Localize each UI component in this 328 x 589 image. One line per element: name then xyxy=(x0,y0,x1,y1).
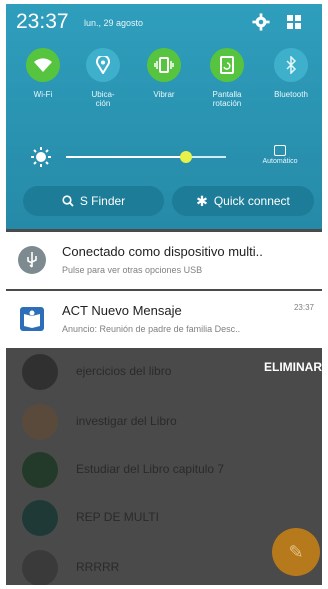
clock: 23:37 xyxy=(16,10,69,33)
list-item-label: investigar del Libro xyxy=(76,414,177,428)
brightness-slider[interactable] xyxy=(66,151,226,163)
sun-icon xyxy=(31,147,51,167)
phone-screen: ejercicios del libro ELIMINAR investigar… xyxy=(6,4,322,585)
brightness-fill xyxy=(66,156,186,158)
avatar xyxy=(22,500,58,536)
toggle-label: Wi-Fi xyxy=(33,90,53,99)
book-icon xyxy=(16,303,48,335)
location-icon xyxy=(86,48,120,82)
toggle-label: Pantalla rotación xyxy=(212,90,242,108)
notification-shade: 23:37 lun., 29 agosto Wi-Fi Ubica- ción … xyxy=(6,4,322,229)
quick-settings-toggles: Wi-Fi Ubica- ción Vibrar Pantalla rotaci… xyxy=(6,48,322,138)
toggle-vibrate[interactable]: Vibrar xyxy=(136,48,192,99)
notification-message[interactable]: ACT Nuevo Mensaje 23:37 Anuncio: Reunión… xyxy=(6,291,322,348)
toggle-label: Ubica- ción xyxy=(91,90,115,108)
toggle-bluetooth[interactable]: Bluetooth xyxy=(263,48,319,99)
sfinder-label: S Finder xyxy=(79,194,126,208)
toggle-rotation[interactable]: Pantalla rotación xyxy=(199,48,255,108)
notification-title: ACT Nuevo Mensaje xyxy=(62,303,182,318)
avatar xyxy=(22,354,58,390)
toggle-location[interactable]: Ubica- ción xyxy=(75,48,131,108)
toggle-label: Bluetooth xyxy=(274,90,308,99)
grid-icon[interactable] xyxy=(286,14,302,30)
list-item[interactable]: investigar del Libro xyxy=(6,398,322,446)
gear-icon[interactable] xyxy=(252,13,270,31)
delete-button[interactable]: ELIMINAR xyxy=(264,360,322,374)
list-item[interactable]: Estudiar del Libro capitulo 7 xyxy=(6,446,322,494)
list-item[interactable]: REP DE MULTI xyxy=(6,494,322,542)
auto-brightness-checkbox[interactable] xyxy=(274,145,286,156)
compose-fab-button[interactable]: ✎ xyxy=(272,528,320,576)
auto-brightness-label: Automático xyxy=(262,158,298,165)
usb-icon xyxy=(16,244,48,276)
avatar xyxy=(22,452,58,488)
wifi-icon xyxy=(26,48,60,82)
list-item-label: REP DE MULTI xyxy=(76,510,159,524)
notification-subtitle: Anuncio: Reunión de padre de familia Des… xyxy=(62,324,241,334)
quick-connect-label: Quick connect xyxy=(213,194,290,208)
status-row: 23:37 lun., 29 agosto xyxy=(6,4,322,38)
list-item[interactable]: ejercicios del libro ELIMINAR xyxy=(6,348,322,396)
list-item-label: RRRRR xyxy=(76,560,120,574)
pencil-icon: ✎ xyxy=(288,541,304,562)
brightness-thumb[interactable] xyxy=(180,151,192,163)
avatar xyxy=(22,550,58,585)
toggle-label: Vibrar xyxy=(153,90,175,99)
notification-usb[interactable]: Conectado como dispositivo multi.. Pulse… xyxy=(6,232,322,289)
date-label: lun., 29 agosto xyxy=(84,18,144,28)
brightness-row: Automático xyxy=(6,140,322,174)
notification-title: Conectado como dispositivo multi.. xyxy=(62,244,263,259)
sfinder-button[interactable]: S Finder xyxy=(23,186,164,216)
notification-subtitle: Pulse para ver otras opciones USB xyxy=(62,265,203,275)
quick-connect-icon: ✱ xyxy=(196,192,208,209)
list-item-label: Estudiar del Libro capitulo 7 xyxy=(76,462,225,476)
vibrate-icon xyxy=(147,48,181,82)
rotation-icon xyxy=(210,48,244,82)
bluetooth-icon xyxy=(274,48,308,82)
notification-time: 23:37 xyxy=(293,303,314,312)
avatar xyxy=(22,404,58,440)
list-item-label: ejercicios del libro xyxy=(76,364,172,378)
quick-connect-button[interactable]: ✱ Quick connect xyxy=(172,186,314,216)
search-icon xyxy=(62,195,74,207)
toggle-wifi[interactable]: Wi-Fi xyxy=(15,48,71,99)
